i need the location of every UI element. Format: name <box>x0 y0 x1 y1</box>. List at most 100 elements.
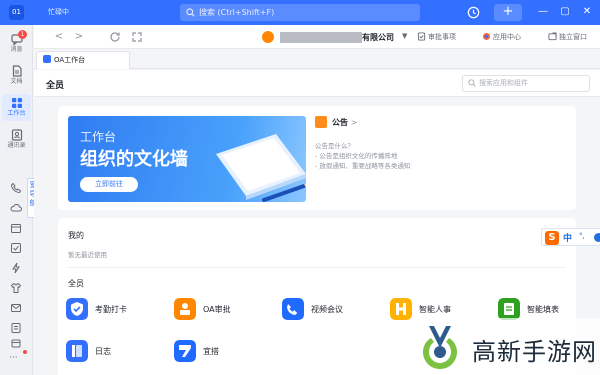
divider <box>68 267 566 268</box>
contacts-icon <box>11 129 22 141</box>
global-search-placeholder: 搜索 (Ctrl+Shift+F) <box>199 8 275 17</box>
announcement-line: - 放假通知、重要战略等各类通知 <box>315 162 411 170</box>
video-meeting-icon <box>282 298 304 320</box>
log-icon <box>66 340 88 362</box>
org-logo <box>262 31 274 43</box>
app-name: 智能人事 <box>419 305 451 314</box>
fullscreen-icon[interactable] <box>130 30 144 44</box>
app-center-label: 应用中心 <box>493 33 521 41</box>
global-search-input[interactable]: 搜索 (Ctrl+Shift+F) <box>180 4 420 21</box>
announcement-title-text: 公告 <box>332 118 348 127</box>
standalone-window-link[interactable]: 独立窗口 <box>548 31 587 43</box>
sidebar-item-contacts[interactable]: 通讯录 <box>2 126 31 153</box>
chevron-right-icon: > <box>350 118 358 127</box>
maximize-icon[interactable]: ▢ <box>558 5 572 19</box>
form-icon <box>498 298 520 320</box>
announcement-icon <box>315 116 327 128</box>
app-name: 宜搭 <box>203 347 219 356</box>
approval-doc-icon <box>417 32 426 41</box>
more-apps-button[interactable]: ··· <box>9 353 18 363</box>
note-icon[interactable] <box>10 322 22 334</box>
page-title: 全员 <box>46 81 65 91</box>
ime-logo-icon: S <box>545 231 559 245</box>
app-log[interactable]: 日志 <box>66 340 166 366</box>
back-button[interactable]: < <box>52 30 66 44</box>
app-center-icon <box>482 32 491 41</box>
my-apps-label: 我的 <box>68 231 84 240</box>
app-name: 考勤打卡 <box>95 305 127 314</box>
calendar-icon[interactable] <box>10 222 22 234</box>
ding-icon[interactable] <box>10 262 22 274</box>
tab-oa-workbench[interactable]: OA工作台 <box>36 51 130 69</box>
ime-mode[interactable]: 中 <box>563 231 572 244</box>
cloud-icon[interactable] <box>10 202 22 214</box>
user-status[interactable]: 忙碌中 <box>48 7 69 17</box>
user-avatar[interactable]: 01 <box>9 5 24 20</box>
title-bar: 01 忙碌中 搜索 (Ctrl+Shift+F) + — ▢ ✕ <box>0 0 600 25</box>
chevron-down-icon[interactable]: ▼ <box>402 32 407 40</box>
yida-icon <box>174 340 196 362</box>
approval-icon <box>174 298 196 320</box>
tablet-illustration-icon <box>216 134 306 202</box>
sidebar-item-workbench[interactable]: 工作台 <box>2 94 31 121</box>
banner-subtitle: 工作台 <box>80 130 117 144</box>
ime-skin-icon[interactable] <box>594 233 600 242</box>
search-icon <box>468 79 476 87</box>
app-video-meeting[interactable]: 视频会议 <box>282 298 382 324</box>
phone-icon[interactable] <box>10 182 22 194</box>
app-yida[interactable]: 宜搭 <box>174 340 274 366</box>
announcement-title: 公告 > <box>332 117 358 128</box>
sidebar-item-messages[interactable]: 消息 1 <box>2 30 31 57</box>
banner-title: 组织的文化墙 <box>80 149 188 170</box>
watermark-logo-icon <box>423 326 457 369</box>
box-icon[interactable] <box>10 337 22 349</box>
app-attendance[interactable]: 考勤打卡 <box>66 298 166 324</box>
sidebar-item-docs[interactable]: 文档 <box>2 62 31 89</box>
standalone-window-label: 独立窗口 <box>559 33 587 41</box>
search-icon <box>186 8 195 17</box>
window-icon <box>548 32 557 41</box>
tab-label: OA工作台 <box>54 56 86 64</box>
org-name[interactable]: 有限公司 <box>362 32 394 43</box>
close-icon[interactable]: ✕ <box>580 5 594 19</box>
announcement-line: - 公告是组织文化的传播阵地 <box>315 152 398 160</box>
shirt-icon[interactable] <box>10 282 22 294</box>
ime-punctuation[interactable]: °, <box>579 232 585 240</box>
ime-toolbar[interactable]: S 中 °, <box>541 228 600 246</box>
attendance-icon <box>66 298 88 320</box>
app-oa-approval[interactable]: OA审批 <box>174 298 274 324</box>
sidebar-item-label: 文档 <box>10 78 23 85</box>
history-icon[interactable] <box>466 5 481 20</box>
workbench-header: 全员 搜索应用和组件 <box>34 70 600 97</box>
sidebar-item-label: 通讯录 <box>7 142 26 149</box>
app-center-link[interactable]: 应用中心 <box>482 31 521 43</box>
document-icon <box>12 65 22 77</box>
oa-icon <box>43 55 51 63</box>
app-search-input[interactable]: 搜索应用和组件 <box>462 75 590 92</box>
tab-bar: OA工作台 <box>34 49 600 69</box>
announcement-line: 公告是什么？ <box>315 142 354 150</box>
hr-icon <box>390 298 412 320</box>
minimize-icon[interactable]: — <box>536 5 550 19</box>
app-name: OA审批 <box>203 305 231 314</box>
notification-dot <box>23 350 27 354</box>
sidebar-item-label: 消息 <box>10 46 23 53</box>
app-name: 日志 <box>95 347 111 356</box>
app-name: 智能填表 <box>527 305 559 314</box>
todo-icon[interactable] <box>10 242 22 254</box>
all-apps-label: 全员 <box>68 279 84 288</box>
forward-button[interactable]: > <box>72 30 86 44</box>
culture-wall-banner[interactable]: 工作台 组织的文化墙 立即前往 <box>68 116 306 202</box>
approval-items-label: 审批事项 <box>428 33 456 41</box>
org-name-redacted <box>280 32 362 43</box>
create-button[interactable]: + <box>494 4 522 21</box>
refresh-icon[interactable] <box>108 30 122 44</box>
my-apps-empty: 暂无最近使用 <box>68 251 107 259</box>
toolbar: < > 有限公司 ▼ 审批事项 应用中心 独立窗口 <box>34 25 600 49</box>
go-now-button[interactable]: 立即前往 <box>80 177 138 192</box>
mail-icon[interactable] <box>10 302 22 314</box>
app-search-placeholder: 搜索应用和组件 <box>479 79 528 87</box>
watermark-text: 高新手游网 <box>472 338 597 366</box>
workbench-icon <box>11 98 22 108</box>
approval-items-link[interactable]: 审批事项 <box>417 31 456 43</box>
